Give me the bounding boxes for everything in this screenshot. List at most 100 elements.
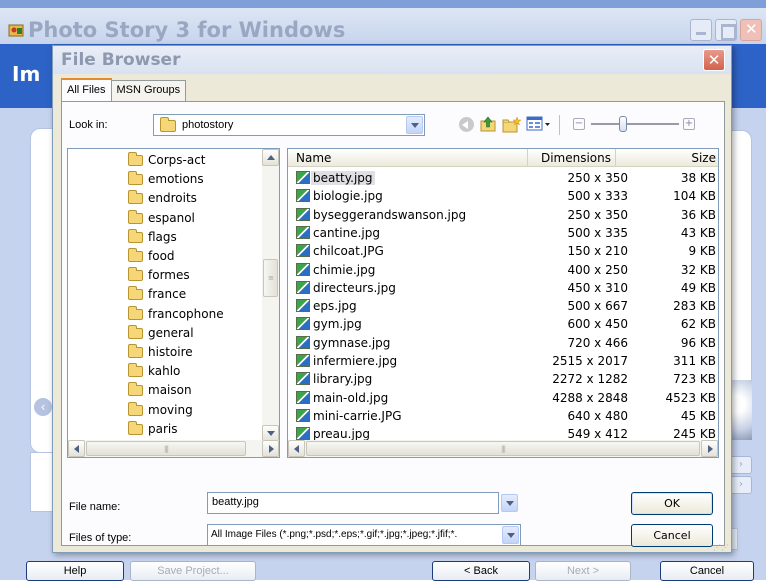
tree-folder-label: general	[148, 325, 194, 340]
dialog-close-button[interactable]: ✕	[703, 49, 725, 71]
app-side-button[interactable]: ›	[730, 456, 752, 474]
zoom-in-button[interactable]: +	[683, 118, 695, 130]
file-list-row[interactable]: gym.jpg 600 x 450 62 KB	[288, 315, 718, 333]
tree-folder-item[interactable]: general	[128, 324, 194, 342]
file-list-row[interactable]: byseggerandswanson.jpg 250 x 350 36 KB	[288, 206, 718, 224]
look-in-value: photostory	[182, 119, 234, 131]
file-list-row[interactable]: main-old.jpg 4288 x 2848 4523 KB	[288, 389, 718, 407]
next-button[interactable]: Next >	[535, 561, 631, 581]
tree-vertical-scrollbar[interactable]: ≡	[262, 149, 279, 442]
scroll-left-icon[interactable]: ‹	[34, 398, 52, 416]
scroll-left-button[interactable]	[288, 440, 305, 457]
tree-folder-item[interactable]: emotions	[128, 170, 204, 188]
file-name-text: biologie.jpg	[313, 189, 383, 204]
scroll-thumb[interactable]: ≡	[263, 259, 278, 297]
maximize-button[interactable]	[715, 19, 737, 41]
zoom-slider-thumb[interactable]	[619, 116, 627, 132]
app-side-button[interactable]: ›	[730, 476, 752, 494]
back-button[interactable]: < Back	[432, 561, 530, 581]
folder-icon	[128, 382, 143, 397]
chevron-down-icon[interactable]	[502, 526, 519, 544]
file-dimensions-cell: 720 x 466	[567, 335, 628, 350]
file-list-row[interactable]: cantine.jpg 500 x 335 43 KB	[288, 224, 718, 242]
chevron-down-icon[interactable]	[501, 494, 518, 512]
file-dimensions-cell: 4288 x 2848	[552, 390, 628, 405]
file-name-cell: cantine.jpg	[296, 224, 382, 242]
new-folder-icon[interactable]	[501, 116, 521, 134]
tree-folder-item[interactable]: francophone	[128, 305, 224, 323]
file-name-input[interactable]: beatty.jpg	[207, 492, 499, 514]
file-name-cell: eps.jpg	[296, 297, 359, 315]
scroll-left-button[interactable]	[68, 440, 85, 457]
look-in-label: Look in:	[69, 119, 108, 131]
scroll-right-button[interactable]	[262, 440, 279, 457]
up-folder-icon[interactable]	[479, 115, 497, 133]
file-list-row[interactable]: chimie.jpg 400 x 250 32 KB	[288, 261, 718, 279]
tab-all-files[interactable]: All Files	[61, 78, 112, 101]
look-in-dropdown[interactable]: photostory	[153, 114, 425, 136]
file-type-dropdown[interactable]: All Image Files (*.png;*.psd;*.eps;*.gif…	[207, 524, 521, 546]
file-list-row[interactable]: mini-carrie.JPG 640 x 480 45 KB	[288, 407, 718, 425]
tree-folder-item[interactable]: paris	[128, 420, 178, 438]
save-project-button[interactable]: Save Project...	[130, 561, 256, 581]
image-file-icon	[296, 354, 310, 367]
folder-tree[interactable]: Corps-act emotions endroits espanol flags foo…	[67, 148, 280, 458]
tree-folder-item[interactable]: maison	[128, 381, 192, 399]
cancel-button[interactable]: Cancel	[631, 524, 713, 547]
file-list-row[interactable]: beatty.jpg 250 x 350 38 KB	[288, 169, 718, 187]
tree-folder-item[interactable]: kahlo	[128, 362, 180, 380]
tree-folder-item[interactable]: histoire	[128, 343, 193, 361]
app-close-button[interactable]	[740, 19, 762, 41]
column-size-header[interactable]: Size	[616, 149, 718, 167]
tree-folder-item[interactable]: france	[128, 285, 186, 303]
folder-icon	[128, 363, 143, 378]
file-list-row[interactable]: library.jpg 2272 x 1282 723 KB	[288, 370, 718, 388]
tree-folder-item[interactable]: flags	[128, 228, 177, 246]
file-dimensions-cell: 450 x 310	[567, 280, 628, 295]
tab-msn-groups[interactable]: MSN Groups	[110, 80, 187, 101]
zoom-slider-track[interactable]	[591, 123, 679, 125]
column-dimensions-header[interactable]: Dimensions	[528, 149, 616, 167]
tree-folder-item[interactable]: espanol	[128, 209, 195, 227]
image-file-icon	[296, 372, 310, 386]
file-list-row[interactable]: directeurs.jpg 450 x 310 49 KB	[288, 279, 718, 297]
file-size-cell: 62 KB	[680, 317, 716, 332]
file-list[interactable]: Name Dimensions Size beatty.jpg 250 x 350…	[287, 148, 719, 458]
file-name-text: eps.jpg	[313, 299, 357, 314]
resize-grip[interactable]: ⋰⋰	[713, 544, 729, 552]
tree-folder-label: moving	[148, 402, 193, 417]
file-name-cell: gymnase.jpg	[296, 334, 392, 352]
file-size-cell: 283 KB	[673, 299, 716, 314]
file-dimensions-cell: 250 x 350	[567, 207, 628, 222]
tree-folder-item[interactable]: food	[128, 247, 175, 265]
file-type-value: All Image Files (*.png;*.psd;*.eps;*.gif…	[211, 529, 458, 540]
tree-folder-item[interactable]: moving	[128, 401, 193, 419]
back-icon[interactable]	[459, 117, 474, 132]
tree-horizontal-scrollbar[interactable]: |||	[68, 440, 279, 457]
tree-folder-item[interactable]: endroits	[128, 189, 197, 207]
scroll-thumb[interactable]: |||	[86, 441, 246, 456]
tree-folder-item[interactable]: formes	[128, 266, 190, 284]
file-dimensions-cell: 250 x 350	[567, 171, 628, 185]
scroll-up-button[interactable]	[262, 149, 279, 166]
file-list-row[interactable]: eps.jpg 500 x 667 283 KB	[288, 297, 718, 315]
file-list-row[interactable]: infermiere.jpg 2515 x 2017 311 KB	[288, 352, 718, 370]
file-list-horizontal-scrollbar[interactable]: |||	[288, 440, 718, 457]
scroll-thumb[interactable]: |||	[306, 441, 700, 456]
help-button[interactable]: Help	[26, 561, 124, 581]
file-list-row[interactable]: gymnase.jpg 720 x 466 96 KB	[288, 334, 718, 352]
ok-button[interactable]: OK	[631, 492, 713, 515]
zoom-out-button[interactable]: −	[573, 118, 585, 130]
file-size-cell: 723 KB	[673, 372, 716, 387]
views-menu-icon[interactable]	[525, 115, 551, 133]
tree-folder-item[interactable]: Corps-act	[128, 151, 206, 169]
chevron-down-icon[interactable]	[406, 116, 423, 134]
file-list-row[interactable]: biologie.jpg 500 x 333 104 KB	[288, 187, 718, 205]
folder-icon	[128, 171, 143, 186]
cancel-wizard-button[interactable]: Cancel	[660, 561, 754, 581]
column-name-header[interactable]: Name	[288, 149, 528, 167]
file-list-row[interactable]: chilcoat.JPG 150 x 210 9 KB	[288, 242, 718, 260]
minimize-button[interactable]	[690, 19, 712, 41]
look-in-row: Look in: photostory − +	[61, 112, 721, 140]
scroll-right-button[interactable]	[701, 440, 718, 457]
